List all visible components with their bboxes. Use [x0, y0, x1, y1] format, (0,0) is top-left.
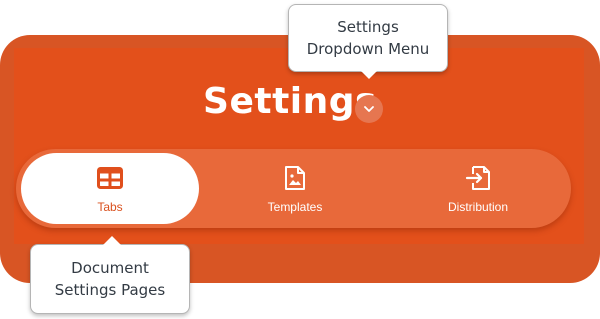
tab-templates[interactable]: Templates	[206, 149, 384, 228]
callout-line: Settings	[337, 18, 399, 36]
callout-line: Document	[71, 259, 149, 277]
tab-label: Templates	[267, 199, 323, 214]
document-image-icon	[281, 164, 309, 192]
callout-line: Dropdown Menu	[306, 40, 430, 58]
callout-pointer	[103, 236, 121, 245]
tab-label: Tabs	[97, 199, 123, 214]
settings-pages-callout: Document Settings Pages	[30, 244, 190, 314]
chevron-down-icon	[364, 100, 374, 118]
settings-tab-bar: Tabs Templates Distribution	[16, 149, 571, 228]
tab-distribution[interactable]: Distribution	[388, 149, 568, 228]
table-icon	[96, 164, 124, 192]
export-document-icon	[464, 164, 492, 192]
settings-dropdown-button[interactable]	[355, 95, 383, 123]
callout-line: Settings Pages	[54, 281, 166, 299]
settings-diagram: Settings Tabs Templates Distribution Set…	[0, 0, 600, 319]
dropdown-menu-callout: Settings Dropdown Menu	[288, 4, 448, 72]
page-title: Settings	[203, 81, 377, 122]
callout-pointer	[360, 70, 378, 79]
tab-tabs[interactable]: Tabs	[21, 153, 199, 224]
tab-label: Distribution	[447, 199, 509, 214]
